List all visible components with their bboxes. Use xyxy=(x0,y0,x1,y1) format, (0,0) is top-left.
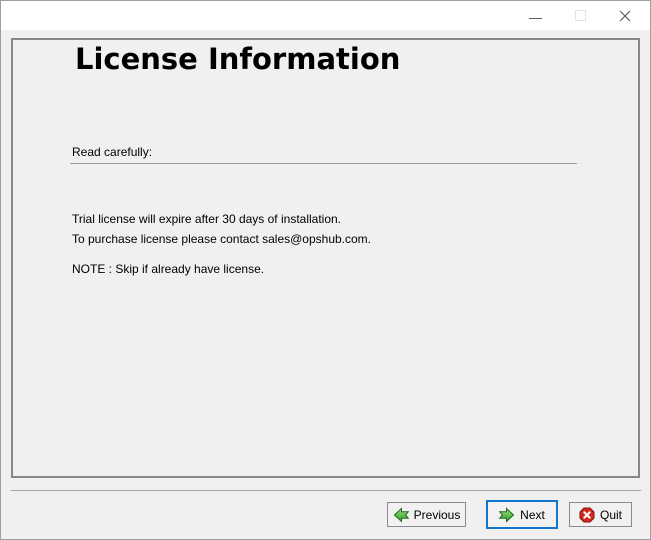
read-carefully-section: Read carefully: xyxy=(70,145,577,164)
previous-button-label: Previous xyxy=(414,508,461,522)
close-icon xyxy=(618,9,632,23)
footer-divider xyxy=(11,490,641,491)
license-text: Trial license will expire after 30 days … xyxy=(72,209,371,279)
installer-window: License Information Read carefully: Tria… xyxy=(0,0,651,540)
page-title: License Information xyxy=(75,42,400,76)
minimize-button[interactable] xyxy=(525,6,545,26)
maximize-icon xyxy=(575,10,586,21)
title-bar xyxy=(1,1,650,30)
green-arrow-right-icon xyxy=(499,507,515,523)
previous-button[interactable]: Previous xyxy=(387,502,466,527)
section-divider xyxy=(70,163,577,164)
quit-button-label: Quit xyxy=(600,508,622,522)
quit-button[interactable]: Quit xyxy=(569,502,632,527)
green-arrow-left-icon xyxy=(393,507,409,523)
red-stop-x-icon xyxy=(579,507,595,523)
license-line-1: Trial license will expire after 30 days … xyxy=(72,209,371,229)
close-button[interactable] xyxy=(615,6,635,26)
window-controls xyxy=(525,1,635,30)
maximize-button[interactable] xyxy=(570,6,590,26)
license-line-2: To purchase license please contact sales… xyxy=(72,229,371,249)
minimize-icon xyxy=(529,18,542,19)
main-area: License Information Read carefully: Tria… xyxy=(1,30,650,539)
content-panel: License Information Read carefully: Tria… xyxy=(11,38,640,478)
read-carefully-label: Read carefully: xyxy=(72,145,577,159)
license-note: NOTE : Skip if already have license. xyxy=(72,259,371,279)
next-button-label: Next xyxy=(520,508,545,522)
next-button[interactable]: Next xyxy=(486,500,558,529)
